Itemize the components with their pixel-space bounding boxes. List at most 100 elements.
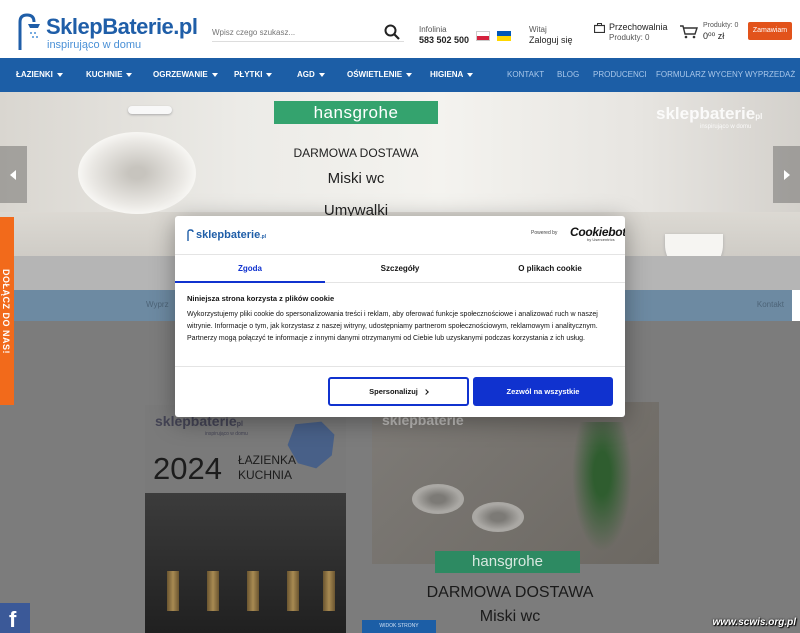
promo-card-catalog[interactable]: sklepbateriepl inspirująco w domu 2024 Ł…	[145, 405, 346, 633]
cart-box[interactable]: Produkty: 0 0⁰⁰ zł	[680, 22, 750, 46]
watermark-text: sklepbaterie	[656, 104, 756, 123]
dialog-logo-name: sklepbaterie	[196, 229, 261, 241]
nav-kontakt[interactable]: KONTAKT	[507, 58, 544, 92]
slider-next-arrow-icon[interactable]	[773, 146, 800, 203]
facebook-glyph: f	[9, 607, 17, 632]
nav-producenci[interactable]: PRODUCENCI	[593, 58, 647, 92]
card-logo-sub: inspirująco w domu	[205, 431, 248, 437]
wishlist-title: Przechowalnia	[609, 22, 668, 32]
faucet-image	[207, 571, 219, 611]
logo-tagline: inspirująco w domu	[47, 39, 142, 51]
promo-card-hansgrohe[interactable]: sklepbaterie	[372, 402, 659, 564]
dialog-divider	[175, 366, 625, 367]
nav-label: PŁYTKI	[234, 70, 263, 79]
card-logo-suffix: pl	[236, 421, 243, 428]
cookie-consent-dialog: sklepbaterie.pl Powered by Cookiebot by …	[175, 216, 625, 417]
nav-oswietlenie[interactable]: OŚWIETLENIE	[347, 58, 413, 92]
caret-down-icon	[266, 72, 273, 77]
nav-wyprzedaz[interactable]: WYPRZEDAŻ	[745, 58, 795, 92]
nav-plytki[interactable]: PŁYTKI	[234, 58, 273, 92]
flag-ua-icon[interactable]	[497, 31, 512, 41]
facebook-icon[interactable]: f	[0, 603, 30, 633]
account-greeting: Witaj	[529, 25, 547, 34]
caret-down-icon	[467, 72, 474, 77]
catalog-year: 2024	[153, 451, 222, 486]
bowl-sink-image	[472, 502, 524, 532]
cookiebot-sublabel: by Usercentrics	[587, 237, 615, 242]
order-button[interactable]: Zamawiam	[748, 22, 792, 40]
hotline-label: Infolinia	[419, 25, 447, 34]
login-link[interactable]: Zaloguj się	[529, 35, 573, 46]
hansgrohe-logo: hansgrohe	[274, 101, 438, 124]
catalog-line-kitchen: KUCHNIA	[238, 468, 293, 482]
faucet-image	[167, 571, 179, 611]
caret-down-icon	[211, 72, 218, 77]
nav-label: AGD	[297, 70, 315, 79]
wishlist-count: Produkty: 0	[609, 33, 650, 42]
nav-label: HIGIENA	[430, 70, 464, 79]
bowl-sink-image	[412, 484, 464, 514]
briefcase-icon	[594, 23, 605, 33]
allow-all-button[interactable]: Zezwól na wszystkie	[473, 377, 613, 406]
tab-details[interactable]: Szczegóły	[325, 255, 475, 283]
faucet-image	[247, 571, 259, 611]
hansgrohe-logo-2: hansgrohe	[435, 551, 580, 573]
logo-title: SklepBaterie.pl	[46, 14, 198, 39]
banner-toilet-image	[665, 234, 723, 256]
hotline[interactable]: Infolinia 583 502 500	[419, 24, 469, 46]
source-watermark: www.scwis.org.pl	[712, 617, 796, 628]
watermark-suffix: pl	[755, 112, 763, 121]
dialog-logo-suffix: .pl	[260, 234, 267, 240]
site-logo[interactable]: SklepBaterie.pl inspirująco w domu	[16, 12, 198, 54]
card-small-button[interactable]: WIDOK STRONY	[362, 620, 436, 633]
tab-consent[interactable]: Zgoda	[175, 255, 325, 283]
catalog-title: ŁAZIENKA KUCHNIA	[238, 453, 296, 483]
chevron-right-icon	[423, 389, 429, 395]
nav-label: ŁAZIENKI	[16, 70, 53, 79]
secondary-bar-right[interactable]: Kontakt	[757, 300, 784, 309]
banner-watermark-sub: inspirująco w domu	[700, 124, 752, 130]
banner-line-toilets: Miski wc	[327, 170, 385, 187]
language-switcher	[476, 28, 514, 46]
nav-kuchnie[interactable]: KUCHNIE	[86, 58, 133, 92]
tab-about-cookies[interactable]: O plikach cookie	[475, 255, 625, 283]
slider-prev-arrow-icon[interactable]	[0, 146, 27, 203]
catalog-line-bathroom: ŁAZIENKA	[238, 453, 297, 467]
banner-free-shipping: DARMOWA DOSTAWA	[293, 146, 419, 160]
nav-ogrzewanie[interactable]: OGRZEWANIE	[153, 58, 218, 92]
nav-agd[interactable]: AGD	[297, 58, 325, 92]
nav-higiena[interactable]: HIGIENA	[430, 58, 474, 92]
dialog-description: Wykorzystujemy pliki cookie do spersonal…	[187, 311, 598, 343]
powered-by-label: Powered by	[531, 230, 558, 236]
faucet-image	[323, 571, 335, 611]
nav-formularz[interactable]: FORMULARZ WYCENY	[656, 58, 743, 92]
nav-blog[interactable]: BLOG	[557, 58, 579, 92]
personalize-button[interactable]: Spersonalizuj	[328, 377, 469, 406]
personalize-label: Spersonalizuj	[369, 387, 418, 396]
nav-label: KUCHNIE	[86, 70, 123, 79]
banner-faucet-image	[128, 106, 172, 114]
caret-down-icon	[318, 72, 325, 77]
flag-pl-icon[interactable]	[476, 31, 490, 41]
hotline-phone[interactable]: 583 502 500	[419, 35, 469, 46]
card-free-shipping: DARMOWA DOSTAWA	[426, 584, 594, 601]
caret-down-icon	[406, 72, 413, 77]
search-icon[interactable]	[384, 24, 400, 40]
join-us-tab[interactable]: DOŁĄCZ DO NAS!	[0, 217, 14, 405]
cart-total: 0⁰⁰ zł	[703, 31, 725, 41]
site-header: SklepBaterie.pl inspirująco w domu Infol…	[0, 0, 800, 58]
plant-image	[572, 422, 632, 552]
cart-count: Produkty: 0	[703, 22, 739, 29]
search-input[interactable]	[212, 23, 372, 42]
faucet-image	[287, 571, 299, 611]
banner-sink-image	[78, 132, 196, 214]
main-nav: ŁAZIENKI KUCHNIE OGRZEWANIE PŁYTKI AGD O…	[0, 58, 800, 92]
dialog-heading: Niniejsza strona korzysta z plików cooki…	[187, 294, 335, 303]
secondary-bar-left[interactable]: Wyprz	[146, 300, 169, 309]
account-box[interactable]: Witaj Zaloguj się	[529, 24, 573, 46]
nav-lazienki[interactable]: ŁAZIENKI	[16, 58, 63, 92]
cart-icon	[680, 25, 698, 39]
caret-down-icon	[126, 72, 133, 77]
dialog-logo-text: sklepbaterie.pl	[196, 229, 266, 241]
dialog-tabs: Zgoda Szczegóły O plikach cookie	[175, 254, 625, 283]
